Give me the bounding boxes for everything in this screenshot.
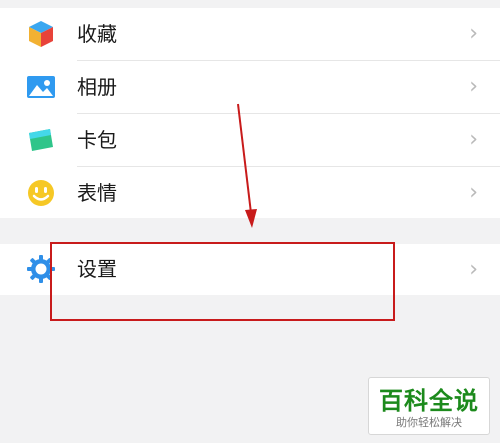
- chevron-right-icon: ›: [469, 257, 478, 282]
- watermark-logo: 百科全说 助你轻松解决: [368, 377, 490, 435]
- menu-item-emoji[interactable]: 表情 ›: [0, 167, 500, 219]
- menu-item-label: 相册: [77, 75, 117, 99]
- chevron-right-icon: ›: [469, 74, 478, 99]
- menu-item-album[interactable]: 相册 ›: [0, 61, 500, 113]
- chevron-right-icon: ›: [469, 21, 478, 46]
- album-picture-icon: [26, 72, 56, 102]
- watermark-title: 百科全说: [379, 387, 479, 415]
- watermark-subtitle: 助你轻松解决: [396, 416, 462, 429]
- top-divider-strip: [0, 0, 500, 8]
- chevron-right-icon: ›: [469, 127, 478, 152]
- menu-item-card-wallet[interactable]: 卡包 ›: [0, 114, 500, 166]
- card-wallet-icon: [26, 125, 56, 155]
- settings-highlight-box: [50, 242, 395, 321]
- emoji-face-icon: [26, 178, 56, 208]
- menu-item-favorites[interactable]: 收藏 ›: [0, 8, 500, 60]
- menu-group-main: 收藏 › 相册 › 卡包 › 表情 ›: [0, 8, 500, 218]
- menu-item-label: 卡包: [77, 128, 117, 152]
- favorites-cube-icon: [26, 19, 56, 49]
- menu-item-label: 表情: [77, 181, 117, 205]
- menu-item-label: 收藏: [77, 22, 117, 46]
- chevron-right-icon: ›: [469, 180, 478, 205]
